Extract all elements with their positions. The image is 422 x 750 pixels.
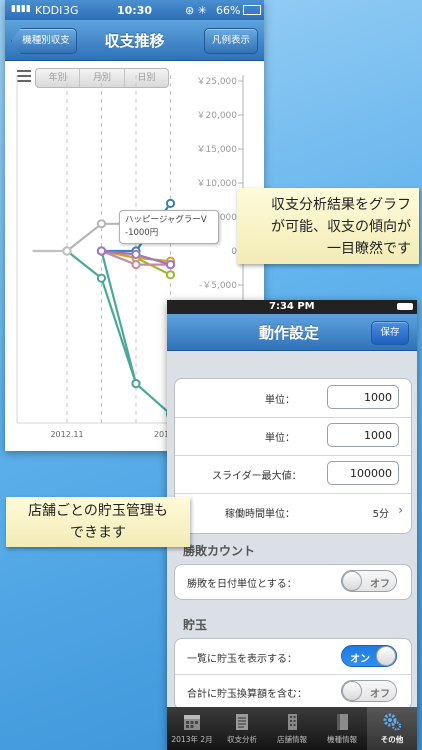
settings-row[interactable]: 稼働時間単位： 5分 ›	[175, 493, 411, 533]
feature-callout-chodama: 店舗ごとの貯玉管理も できます	[6, 497, 190, 547]
toggle-state: オフ	[370, 689, 390, 700]
callout-line: 収支分析結果をグラフ	[271, 197, 411, 213]
include-chodama-toggle[interactable]: オフ	[341, 680, 397, 702]
section-title-win-count: 勝敗カウント	[183, 544, 256, 558]
tab-label: 機種情報	[327, 735, 357, 744]
calendar-icon	[184, 715, 200, 730]
tab-label: 店舗情報	[277, 735, 307, 744]
settings-row: スライダー最大値： 100000	[175, 455, 411, 494]
settings-row: 勝敗を日付単位とする： オフ	[175, 565, 411, 599]
settings-screen: 7:34 PM 動作設定 保存 単位： 1000 単位： 1000 スライダー最…	[167, 300, 417, 750]
data-point	[96, 246, 107, 256]
data-tooltip: ハッピージャグラーV -1000円	[119, 210, 219, 244]
data-point	[96, 219, 107, 229]
row-label: 単位：	[265, 395, 295, 406]
tab-analysis[interactable]: 収支分析	[217, 707, 267, 750]
settings-row: 単位： 1000	[175, 417, 411, 456]
tooltip-value: -1000円	[125, 228, 159, 238]
data-point	[165, 198, 176, 208]
x-tick-label: 2012.11	[50, 430, 83, 439]
data-point	[62, 246, 72, 256]
callout-line: 一目瞭然です	[327, 241, 411, 257]
row-value: 5分	[372, 509, 389, 520]
y-tick-label: ￥20,000	[197, 111, 238, 121]
toggle-state: オフ	[370, 579, 390, 590]
settings-title: 動作設定	[259, 324, 320, 342]
section-title-chodama: 貯玉	[183, 618, 208, 632]
unit-input[interactable]: 1000	[327, 385, 399, 409]
tab-bar: 2013年 2月 収支分析 店舗情報 機種情報 その他	[167, 707, 417, 750]
status-time-2: 7:34 PM	[269, 301, 315, 312]
show-chodama-toggle[interactable]: オン	[341, 645, 397, 667]
tab-label: その他	[380, 735, 404, 744]
row-label: 稼働時間単位：	[225, 509, 295, 520]
nav-bar-2: 動作設定 保存	[167, 314, 417, 351]
data-point	[131, 249, 141, 259]
chodama-settings-group: 一覧に貯玉を表示する： オン 合計に貯玉換算額を含む： オフ	[174, 638, 412, 710]
win-settings-group: 勝敗を日付単位とする： オフ	[174, 564, 412, 600]
chevron-right-icon: ›	[398, 503, 403, 517]
data-point	[165, 270, 176, 280]
row-label: 一覧に貯玉を表示する：	[187, 654, 297, 665]
toggle-knob	[376, 646, 396, 666]
settings-row: 単位： 1000	[175, 379, 411, 418]
unit-input[interactable]: 1000	[327, 423, 399, 447]
gear-icon	[383, 713, 402, 731]
book-icon	[337, 714, 348, 730]
slider-max-input[interactable]: 100000	[327, 461, 399, 485]
data-point	[131, 260, 141, 270]
data-point	[165, 260, 176, 270]
tab-label: 2013年 2月	[171, 735, 213, 744]
tab-machine-info[interactable]: 機種情報	[317, 707, 367, 750]
row-label: 単位：	[265, 433, 295, 444]
save-button[interactable]: 保存	[371, 321, 409, 345]
row-label: スライダー最大値：	[212, 471, 302, 482]
y-tick-label: -￥5,000	[199, 281, 237, 291]
feature-callout-graph: 収支分析結果をグラフ が可能、収支の傾向が 一目瞭然です	[237, 188, 419, 264]
tab-calendar[interactable]: 2013年 2月	[167, 707, 217, 750]
battery-icon-2	[397, 303, 413, 310]
tooltip-series-name: ハッピージャグラーV	[125, 215, 207, 225]
toggle-knob	[342, 681, 362, 701]
callout-line: が可能、収支の傾向が	[271, 219, 411, 235]
y-tick-label: ￥25,000	[197, 77, 238, 87]
toggle-state: オン	[350, 654, 370, 665]
row-label: 勝敗を日付単位とする：	[187, 579, 297, 590]
y-tick-label: ￥15,000	[197, 145, 238, 155]
data-point	[131, 379, 141, 389]
units-settings-group: 単位： 1000 単位： 1000 スライダー最大値： 100000 稼働時間単…	[174, 378, 412, 534]
document-icon	[236, 714, 248, 730]
win-by-date-toggle[interactable]: オフ	[341, 570, 397, 592]
tab-label: 収支分析	[227, 735, 257, 744]
building-icon	[288, 714, 297, 730]
y-tick-label: ￥10,000	[197, 179, 238, 189]
settings-row: 合計に貯玉換算額を含む： オフ	[175, 674, 411, 709]
callout-line: 店舗ごとの貯玉管理も	[28, 503, 168, 519]
settings-row: 一覧に貯玉を表示する： オン	[175, 639, 411, 675]
data-point	[96, 273, 107, 283]
row-label: 合計に貯玉換算額を含む：	[187, 689, 307, 700]
tab-other[interactable]: その他	[367, 707, 417, 750]
callout-line: できます	[70, 525, 126, 541]
tab-store-info[interactable]: 店舗情報	[267, 707, 317, 750]
toggle-knob	[342, 571, 362, 591]
status-bar-2: 7:34 PM	[167, 300, 417, 314]
